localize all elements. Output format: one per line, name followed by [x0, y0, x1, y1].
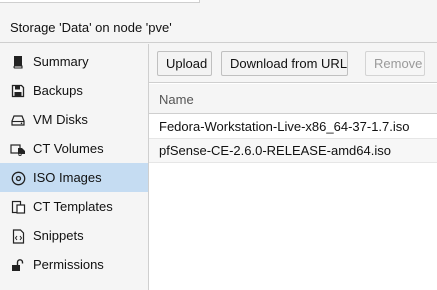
column-header-name[interactable]: Name	[159, 92, 194, 107]
panel-header: Storage 'Data' on node 'pve'	[0, 9, 437, 43]
toolbar: Upload Download from URL Remove	[149, 44, 437, 83]
sidebar-item-label: Summary	[33, 54, 89, 69]
content-panel: Upload Download from URL Remove Name Fed…	[149, 44, 437, 290]
sidebar-item-label: Backups	[33, 83, 83, 98]
page-title: Storage 'Data' on node 'pve'	[10, 20, 172, 35]
sidebar-item-iso-images[interactable]: ISO Images	[0, 163, 148, 192]
top-tab[interactable]	[0, 0, 200, 3]
code-file-icon	[10, 228, 26, 244]
iso-file-name: Fedora-Workstation-Live-x86_64-37-1.7.is…	[159, 119, 410, 134]
table-row[interactable]: pfSense-CE-2.6.0-RELEASE-amd64.iso	[149, 139, 437, 163]
table-row[interactable]: Fedora-Workstation-Live-x86_64-37-1.7.is…	[149, 115, 437, 139]
hard-drive-icon	[10, 112, 26, 128]
sidebar-item-label: CT Templates	[33, 199, 113, 214]
iso-file-name: pfSense-CE-2.6.0-RELEASE-amd64.iso	[159, 143, 391, 158]
sidebar-item-ct-volumes[interactable]: CT Volumes	[0, 134, 148, 163]
sidebar-item-permissions[interactable]: Permissions	[0, 250, 148, 279]
book-icon	[10, 54, 26, 70]
upload-button[interactable]: Upload	[157, 51, 212, 76]
template-icon	[10, 199, 26, 215]
disc-icon	[10, 170, 26, 186]
sidebar-item-vm-disks[interactable]: VM Disks	[0, 105, 148, 134]
sidebar-item-backups[interactable]: Backups	[0, 76, 148, 105]
sidebar: Summary Backups VM Disks CT Volumes ISO …	[0, 44, 149, 290]
unlock-icon	[10, 257, 26, 273]
floppy-disk-icon	[10, 83, 26, 99]
download-from-url-button[interactable]: Download from URL	[221, 51, 348, 76]
remove-button[interactable]: Remove	[365, 51, 425, 76]
sidebar-item-snippets[interactable]: Snippets	[0, 221, 148, 250]
sidebar-item-label: Snippets	[33, 228, 84, 243]
sidebar-item-label: CT Volumes	[33, 141, 104, 156]
sidebar-item-label: VM Disks	[33, 112, 88, 127]
sidebar-item-label: Permissions	[33, 257, 104, 272]
sidebar-item-label: ISO Images	[33, 170, 102, 185]
sidebar-item-summary[interactable]: Summary	[0, 47, 148, 76]
sidebar-item-ct-templates[interactable]: CT Templates	[0, 192, 148, 221]
container-icon	[10, 141, 26, 157]
grid-header: Name	[149, 84, 437, 114]
